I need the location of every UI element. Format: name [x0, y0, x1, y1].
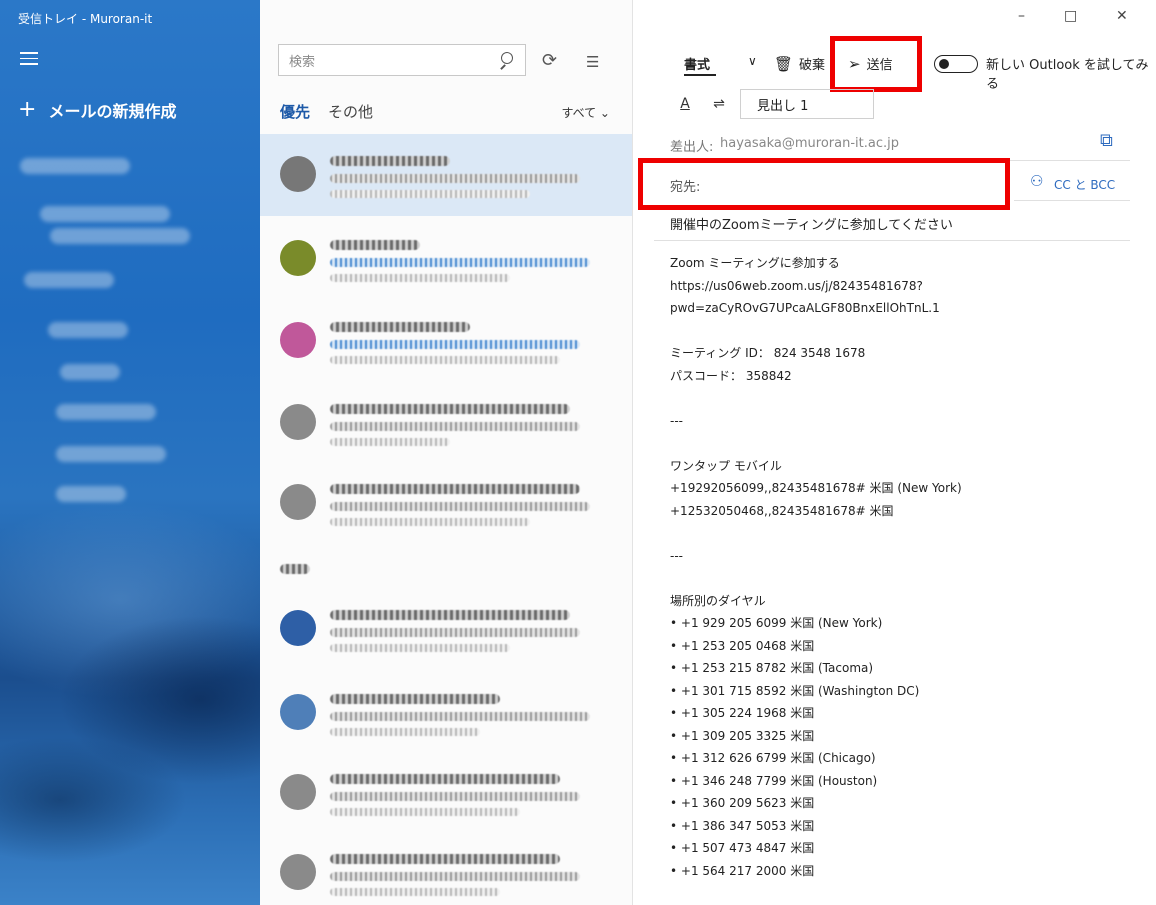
avatar	[280, 774, 316, 810]
folder-item[interactable]	[24, 272, 114, 288]
message-body[interactable]: Zoom ミーティングに参加する https://us06web.zoom.us/…	[670, 252, 1140, 882]
from-address: hayasaka@muroran-it.ac.jp	[720, 136, 899, 151]
to-field-highlight-box	[638, 158, 1010, 210]
folder-item[interactable]	[56, 446, 166, 462]
tab-focused[interactable]: 優先	[280, 101, 310, 122]
folder-item[interactable]	[40, 206, 170, 222]
plus-icon: +	[18, 97, 37, 122]
cc-bcc-button[interactable]: CC と BCC	[1054, 176, 1115, 193]
tab-other[interactable]: その他	[328, 101, 373, 122]
avatar	[280, 322, 316, 358]
list-item[interactable]	[260, 672, 632, 754]
minimize-button[interactable]: –	[1018, 8, 1025, 24]
folder-item[interactable]	[20, 158, 130, 174]
folder-item[interactable]	[60, 364, 120, 380]
body-line: • +1 929 205 6099 米国 (New York)	[670, 616, 883, 630]
list-item[interactable]	[260, 218, 632, 300]
inbox-tabs: 優先 その他	[280, 101, 373, 122]
avatar	[280, 156, 316, 192]
body-line: • +1 301 715 8592 米国 (Washington DC)	[670, 683, 920, 698]
search-box[interactable]: 検索	[278, 44, 526, 76]
avatar	[280, 610, 316, 646]
font-color-icon[interactable]: A	[672, 91, 698, 117]
paragraph-style-dropdown[interactable]: 見出し 1	[740, 89, 874, 119]
search-input[interactable]: 検索	[289, 51, 499, 70]
body-line: • +1 253 215 8782 米国 (Tacoma)	[670, 661, 874, 675]
message-list-pane: 検索 ⟳ ☰ 優先 その他 すべて ⌄	[260, 0, 633, 905]
avatar	[280, 694, 316, 730]
sync-icon[interactable]: ⟳	[542, 50, 557, 71]
list-item[interactable]	[260, 462, 632, 544]
body-line: パスコード： 358842	[670, 368, 792, 383]
list-item[interactable]	[260, 548, 632, 588]
body-line: ミーティング ID： 824 3548 1678	[670, 346, 866, 360]
close-button[interactable]: ✕	[1116, 8, 1128, 24]
list-item[interactable]	[260, 752, 632, 834]
body-line	[670, 387, 1140, 410]
body-line: pwd=zaCyROvG7UPcaALGF80BnxEllOhTnL.1	[670, 301, 940, 315]
new-mail-button[interactable]: + メールの新規作成	[18, 98, 176, 122]
ribbon-expand-icon[interactable]: ∨	[748, 54, 757, 68]
from-label: 差出人:	[670, 140, 714, 155]
avatar	[280, 240, 316, 276]
body-line: • +1 360 209 5623 米国	[670, 796, 815, 810]
body-line	[670, 522, 1140, 545]
body-line	[670, 320, 1140, 343]
folder-item[interactable]	[48, 322, 128, 338]
search-icon[interactable]	[499, 52, 515, 68]
folder-item[interactable]	[50, 228, 190, 244]
folder-item[interactable]	[56, 404, 156, 420]
send-highlight-box	[830, 36, 922, 92]
discard-button[interactable]: 🗑 破棄	[774, 54, 826, 74]
body-line: • +1 253 205 0468 米国	[670, 638, 815, 653]
list-item[interactable]	[260, 588, 632, 670]
avatar	[280, 404, 316, 440]
compose-pane: – □ ✕ 書式 ∨ 🗑 破棄 ➢ 送信 新しい Outlook を試してみる …	[634, 0, 1156, 905]
body-line: • +1 312 626 6799 米国 (Chicago)	[670, 751, 876, 765]
subject-field[interactable]: 開催中のZoomミーティングに参加してください	[670, 214, 953, 233]
maximize-button[interactable]: □	[1064, 8, 1077, 24]
body-line: +12532050468,,82435481678# 米国	[670, 503, 894, 518]
avatar	[280, 484, 316, 520]
body-line: • +1 305 224 1968 米国	[670, 706, 815, 720]
text-wrap-icon[interactable]: ⇌	[706, 91, 732, 117]
folder-item[interactable]	[56, 486, 126, 502]
discard-label: 破棄	[799, 58, 826, 73]
new-outlook-toggle[interactable]	[934, 55, 978, 73]
window-title: 受信トレイ - Muroran-it	[18, 12, 153, 26]
tab-format[interactable]: 書式	[684, 54, 710, 73]
list-item[interactable]	[260, 832, 632, 905]
body-line	[670, 567, 1140, 590]
active-tab-indicator	[684, 74, 716, 76]
new-mail-label: メールの新規作成	[48, 102, 177, 121]
body-line: ワンタップ モバイル	[670, 458, 782, 473]
body-line: • +1 507 473 4847 米国	[670, 841, 815, 855]
pop-out-icon[interactable]: ⧉	[1100, 130, 1113, 151]
list-item[interactable]	[260, 382, 632, 464]
avatar	[280, 854, 316, 890]
navigation-pane: 受信トレイ - Muroran-it + メールの新規作成	[0, 0, 260, 905]
new-outlook-label: 新しい Outlook を試してみる	[986, 58, 1149, 92]
format-toolbar: A ⇌ 見出し 1	[672, 88, 874, 120]
body-line: +19292056099,,82435481678# 米国 (New York)	[670, 481, 962, 495]
body-line: • +1 386 347 5053 米国	[670, 818, 815, 833]
filter-dropdown[interactable]: すべて ⌄	[561, 104, 610, 121]
body-line: ---	[670, 548, 683, 563]
body-line: • +1 346 248 7799 米国 (Houston)	[670, 773, 878, 788]
list-item[interactable]	[260, 300, 632, 382]
list-item[interactable]	[260, 134, 632, 216]
body-line: ---	[670, 413, 683, 428]
person-icon[interactable]: ⚇	[1030, 172, 1043, 190]
trash-icon: 🗑	[774, 54, 794, 73]
body-line: https://us06web.zoom.us/j/82435481678?	[670, 278, 923, 293]
body-line: Zoom ミーティングに参加する	[670, 256, 840, 270]
select-mode-icon[interactable]: ☰	[586, 53, 599, 71]
body-line	[670, 432, 1140, 455]
body-line: 場所別のダイヤル	[670, 593, 766, 608]
body-line: • +1 309 205 3325 米国	[670, 728, 815, 743]
hamburger-icon[interactable]	[20, 52, 38, 66]
body-line: • +1 564 217 2000 米国	[670, 863, 815, 878]
